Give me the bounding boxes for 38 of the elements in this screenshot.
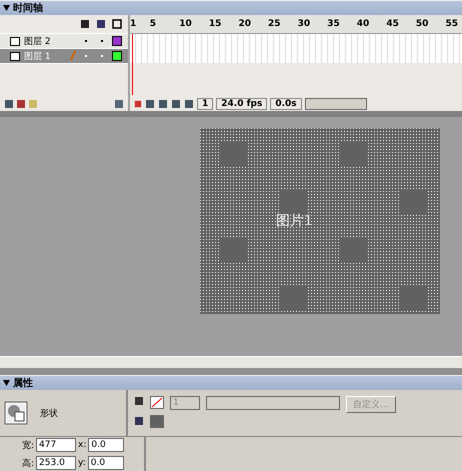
position-label: y: bbox=[78, 458, 86, 468]
image-label: 图片1 bbox=[276, 212, 313, 230]
frame-number: 40 bbox=[356, 19, 370, 29]
shape-type: 形状 bbox=[40, 408, 58, 420]
stroke-style-dropdown[interactable] bbox=[206, 396, 340, 410]
frame-number: 30 bbox=[298, 19, 312, 29]
frame-number: 1 bbox=[130, 19, 138, 29]
frame-number: 5 bbox=[150, 19, 157, 29]
frame-number: 10 bbox=[179, 19, 193, 29]
scrollbar[interactable] bbox=[304, 98, 367, 110]
frame-number: 25 bbox=[268, 19, 282, 29]
frame-number: 20 bbox=[238, 19, 252, 29]
size-field[interactable]: 477 bbox=[36, 438, 76, 452]
frame-number: 45 bbox=[386, 19, 400, 29]
size-label: 宽: bbox=[22, 440, 34, 452]
fill-color-swatch[interactable] bbox=[150, 415, 164, 428]
stroke-color-swatch[interactable] bbox=[150, 396, 164, 409]
outline-icon[interactable] bbox=[112, 19, 122, 29]
current-frame: 1 bbox=[197, 98, 214, 110]
shape-icon bbox=[4, 401, 28, 425]
position-field[interactable]: 0.0 bbox=[88, 456, 124, 470]
panel-title[interactable]: 属性 bbox=[0, 375, 462, 390]
frame-rate: 24.0 fps bbox=[216, 98, 268, 110]
frame-number: 50 bbox=[416, 19, 430, 29]
size-field[interactable]: 253.0 bbox=[36, 456, 76, 470]
size-label: 高: bbox=[22, 458, 34, 470]
collapse-icon[interactable] bbox=[3, 380, 10, 386]
frame-number: 15 bbox=[208, 19, 222, 29]
panel-title[interactable]: 时间轴 bbox=[0, 0, 462, 15]
layer-name: 图层 1 bbox=[24, 50, 52, 62]
frame-number: 35 bbox=[327, 19, 341, 29]
position-label: x: bbox=[78, 440, 86, 450]
layer-row[interactable]: 图层 2 bbox=[0, 34, 128, 49]
collapse-icon[interactable] bbox=[3, 5, 10, 11]
layer-name: 图层 2 bbox=[24, 36, 52, 48]
elapsed-time: 0.0s bbox=[270, 98, 302, 110]
frame-number: 55 bbox=[446, 19, 460, 29]
position-field[interactable]: 0.0 bbox=[88, 438, 124, 452]
